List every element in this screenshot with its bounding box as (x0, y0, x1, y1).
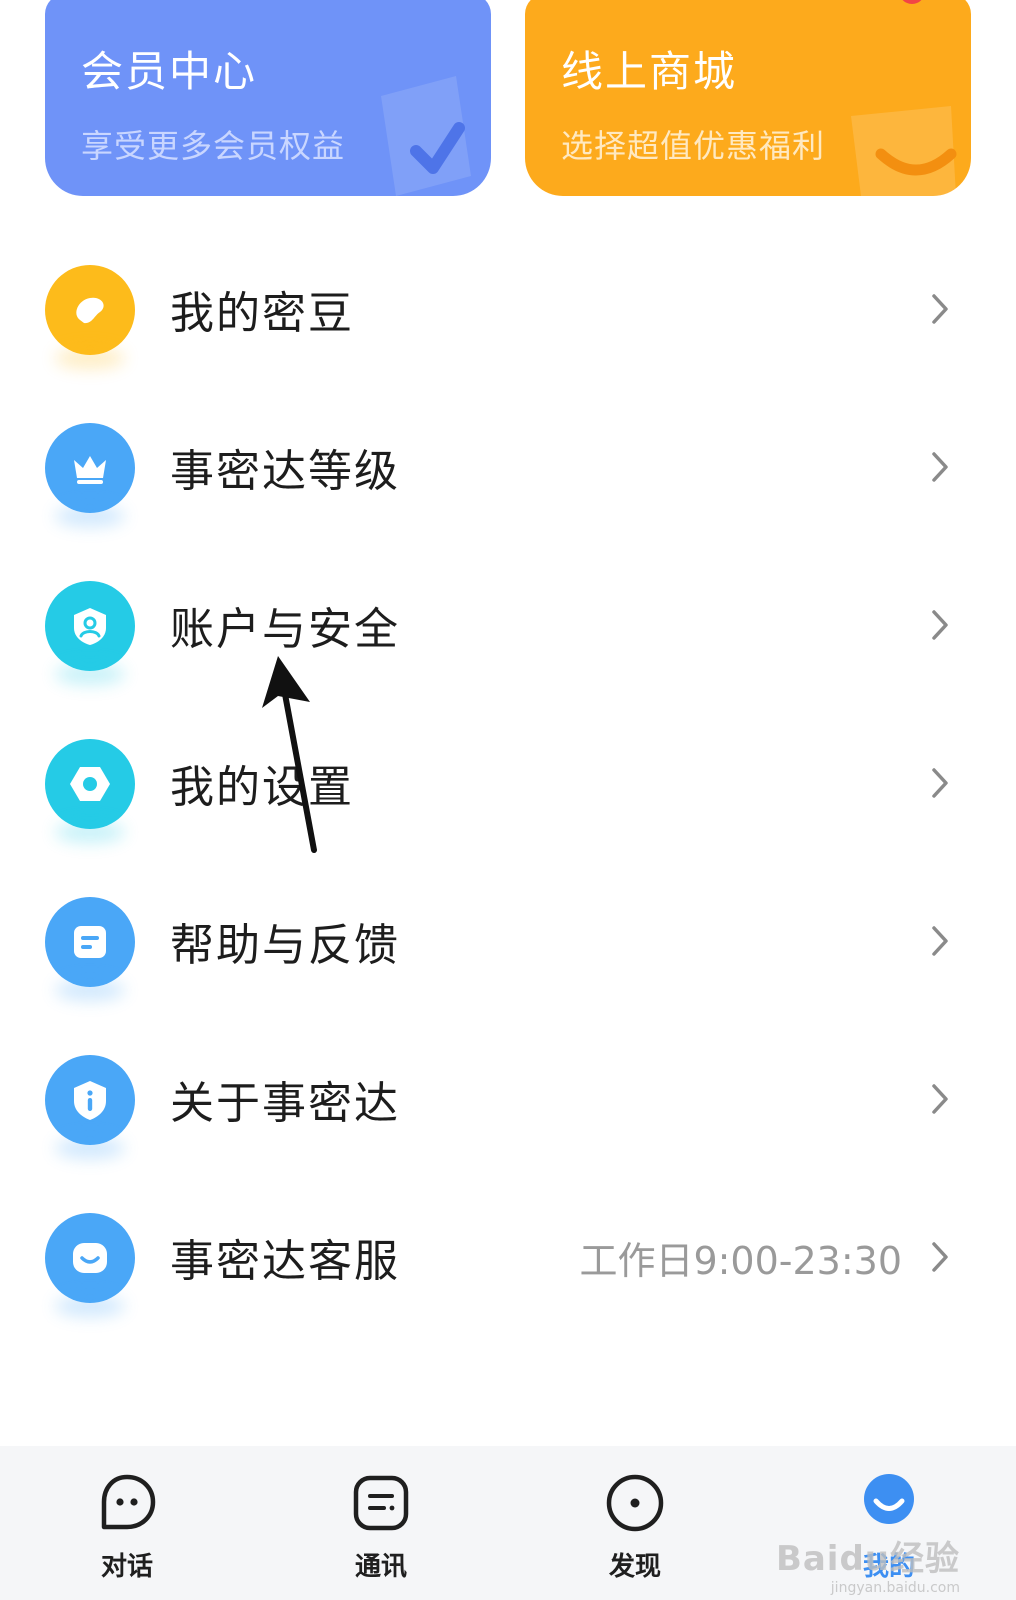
member-center-card[interactable]: 会员中心 享受更多会员权益 (45, 0, 491, 196)
menu-item-account-security[interactable]: 账户与安全 (0, 546, 1016, 704)
menu-item-label: 账户与安全 (170, 604, 400, 655)
crown-icon (45, 423, 135, 513)
menu-item-my-beans[interactable]: 我的密豆 (0, 230, 1016, 388)
chevron-right-icon (932, 768, 948, 798)
shield-user-icon (45, 581, 135, 671)
tab-chat[interactable]: 对话 (0, 1446, 254, 1600)
chevron-right-icon (932, 926, 948, 956)
menu-item-level[interactable]: 事密达等级 (0, 388, 1016, 546)
bean-icon (45, 265, 135, 355)
menu-item-about[interactable]: 关于事密达 (0, 1020, 1016, 1178)
settings-menu: 我的密豆 事密达等级 账户与安全 我的设置 帮助与反馈 关于事密达 事密达客服 … (0, 230, 1016, 1336)
watermark-url: jingyan.baidu.com (830, 1580, 960, 1596)
chevron-right-icon (932, 1242, 948, 1272)
watermark: Baidu经验 (775, 1539, 960, 1579)
tab-label: 对话 (100, 1552, 153, 1582)
smile-chat-icon (45, 1213, 135, 1303)
contacts-icon (353, 1475, 409, 1531)
info-shield-icon (45, 1055, 135, 1145)
ticket-check-icon (381, 76, 471, 196)
online-shop-card[interactable]: 线上商城 选择超值优惠福利 (525, 0, 971, 196)
compass-icon (606, 1474, 664, 1532)
service-hours: 工作日9:00-23:30 (579, 1238, 902, 1283)
tab-label: 发现 (608, 1552, 661, 1582)
menu-item-label: 事密达等级 (170, 446, 400, 497)
tab-label: 通讯 (354, 1552, 407, 1582)
bottom-nav: 对话 通讯 发现 我的 Baidu经验 jingyan.baidu.com (0, 1446, 1016, 1600)
shopping-bag-icon (851, 106, 957, 196)
document-icon (45, 897, 135, 987)
menu-item-label: 帮助与反馈 (170, 920, 400, 971)
hexagon-gear-icon (45, 739, 135, 829)
chevron-right-icon (932, 294, 948, 324)
promo-cards: 会员中心 享受更多会员权益 线上商城 选择超值优惠福利 (45, 0, 971, 196)
profile-icon (864, 1474, 914, 1524)
menu-item-my-settings[interactable]: 我的设置 (0, 704, 1016, 862)
chevron-right-icon (932, 1084, 948, 1114)
menu-item-label: 我的密豆 (170, 288, 354, 339)
annotation-arrow-icon (262, 656, 317, 853)
menu-item-help-feedback[interactable]: 帮助与反馈 (0, 862, 1016, 1020)
menu-item-label: 关于事密达 (170, 1078, 400, 1129)
menu-item-label: 事密达客服 (170, 1236, 400, 1287)
menu-item-customer-service[interactable]: 事密达客服 工作日9:00-23:30 (0, 1178, 1016, 1336)
chevron-right-icon (932, 452, 948, 482)
tab-contacts[interactable]: 通讯 (254, 1446, 508, 1600)
tab-discover[interactable]: 发现 (508, 1446, 762, 1600)
chat-bubble-icon (101, 1474, 156, 1530)
notification-dot (899, 0, 925, 4)
chevron-right-icon (932, 610, 948, 640)
